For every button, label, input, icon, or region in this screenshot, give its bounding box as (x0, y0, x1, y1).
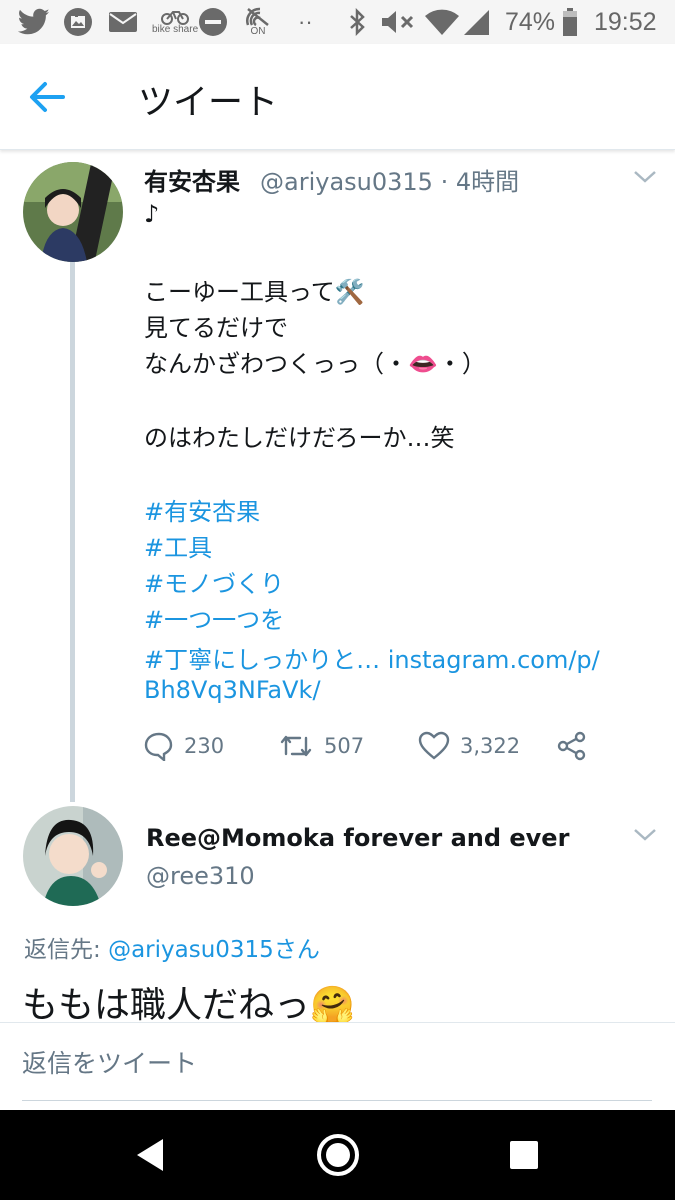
tweet-text-line: 見てるだけで (144, 314, 288, 342)
triangle-back-icon (137, 1139, 163, 1171)
system-navigation-bar (0, 1110, 675, 1200)
reply-icon (144, 732, 173, 761)
tweet-author-name[interactable]: 有安杏果 (144, 162, 240, 197)
chevron-down-icon (634, 171, 656, 183)
tweet-handle-time[interactable]: @ariyasu0315 · 4時間 (260, 162, 519, 197)
nfc-on-icon: ON (244, 0, 272, 44)
on-label: ON (250, 26, 266, 37)
tweet-menu-button[interactable] (632, 168, 658, 186)
hashtag-link[interactable]: #一つ一つを (144, 600, 284, 635)
chevron-down-icon (634, 829, 656, 841)
square-recents-icon (510, 1141, 538, 1169)
gallery-notification-icon (62, 0, 94, 44)
wifi-icon (424, 0, 460, 44)
instagram-url-link[interactable]: instagram.com/p/ (388, 646, 600, 674)
clock-time: 19:52 (594, 7, 657, 36)
share-button[interactable] (556, 728, 588, 764)
signal-icon (462, 0, 490, 44)
instagram-url-link-continued[interactable]: Bh8Vq3NFaVk/ (144, 676, 321, 704)
back-arrow-icon (30, 82, 65, 112)
battery-percentage: 74% (505, 7, 556, 36)
nav-recents-button[interactable] (494, 1125, 554, 1185)
do-not-disturb-icon (198, 0, 228, 44)
tweet-text-line: ♪ (144, 200, 160, 228)
bike-share-label: bike share (152, 24, 199, 35)
like-count: 3,322 (460, 734, 521, 758)
tweet-text-line: なんかざわつくっっ（・👄・） (144, 350, 486, 378)
hashtag-link[interactable]: #工具 (144, 528, 212, 563)
hashtag-link[interactable]: #モノづくり (144, 564, 284, 599)
battery-icon (562, 0, 578, 44)
page-title: ツイート (138, 83, 279, 123)
mail-icon (108, 0, 138, 44)
status-bar: bike share ON ·· 74% 19:52 (0, 0, 675, 44)
bluetooth-icon (348, 0, 366, 44)
reply-button[interactable]: 230 (144, 728, 224, 764)
app-bar: ツイート (0, 44, 675, 150)
heart-icon (418, 731, 450, 760)
mute-icon (380, 0, 416, 44)
reply-to-handle: @ariyasu0315 (108, 937, 274, 963)
thread-connector-line (70, 262, 75, 802)
tweet-text-line: こーゆー工具って🛠️ (144, 278, 365, 306)
hashtag-link[interactable]: #有安杏果 (144, 492, 260, 527)
retweet-icon (280, 735, 312, 757)
reply-to-label: 返信先: (24, 937, 109, 963)
reply-to-suffix: さん (273, 937, 320, 963)
bike-share-icon: bike share (152, 0, 198, 44)
more-notifications-dots: ·· (298, 9, 313, 34)
reply-author-avatar[interactable] (23, 806, 123, 906)
hashtag-link[interactable]: #丁寧にしっかりと… (144, 646, 380, 674)
share-icon (557, 731, 586, 761)
reply-composer: 返信をツイート (0, 1022, 675, 1110)
reply-to-line: 返信先: @ariyasu0315さん (24, 930, 320, 964)
nav-home-button[interactable] (308, 1125, 368, 1185)
back-button[interactable] (22, 72, 72, 122)
reply-to-mention-link[interactable]: @ariyasu0315さん (108, 937, 320, 963)
reply-author-handle[interactable]: @ree310 (146, 862, 255, 890)
retweet-count: 507 (324, 734, 365, 758)
like-button[interactable]: 3,322 (418, 728, 520, 764)
twitter-notification-icon (18, 0, 50, 44)
nav-back-button[interactable] (120, 1125, 180, 1185)
reply-input[interactable]: 返信をツイート (22, 1023, 652, 1101)
reply-menu-button[interactable] (632, 826, 658, 844)
circle-home-icon (317, 1134, 359, 1176)
reply-count: 230 (184, 734, 225, 758)
author-avatar[interactable] (23, 162, 123, 262)
reply-author-name[interactable]: Ree@Momoka forever and ever (146, 824, 569, 852)
tweet-link-line: #丁寧にしっかりと… instagram.com/p/ (144, 640, 600, 675)
reply-text: ももは職人だねっ🤗 (22, 985, 355, 1026)
retweet-button[interactable]: 507 (278, 728, 364, 764)
tweet-text-line: のはわたしだけだろーか…笑 (144, 424, 455, 452)
